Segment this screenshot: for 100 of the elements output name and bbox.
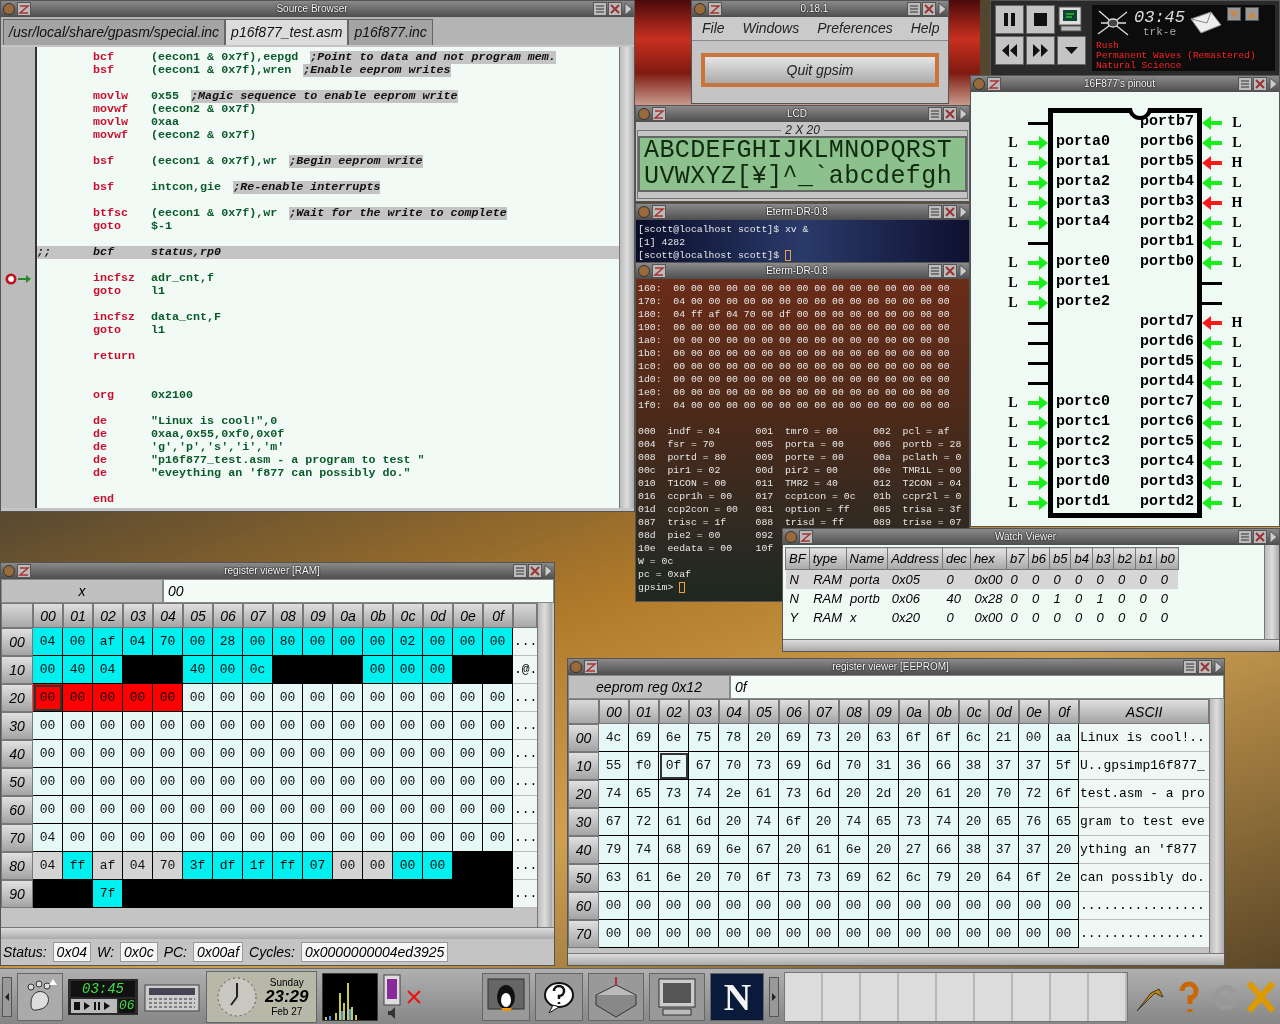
register-cell[interactable]: 70 bbox=[839, 752, 869, 780]
table-cell[interactable]: RAM bbox=[809, 607, 846, 627]
register-cell[interactable]: 20 bbox=[689, 864, 719, 892]
scroll-up-button[interactable] bbox=[1245, 7, 1259, 21]
register-cell[interactable]: 75 bbox=[689, 724, 719, 752]
register-cell[interactable]: 00 bbox=[393, 684, 423, 712]
row-header[interactable]: 50 bbox=[1, 768, 33, 796]
close-button[interactable] bbox=[943, 107, 957, 121]
table-cell[interactable]: 0 bbox=[1092, 607, 1114, 627]
shade-button[interactable] bbox=[1183, 660, 1197, 674]
register-cell[interactable]: 00 bbox=[689, 920, 719, 948]
register-cell[interactable]: 37 bbox=[989, 752, 1019, 780]
register-cell[interactable]: 00 bbox=[63, 628, 93, 656]
column-header[interactable]: 0d bbox=[423, 603, 453, 628]
help-icon[interactable] bbox=[535, 972, 584, 1021]
register-cell[interactable]: 6f bbox=[929, 724, 959, 752]
register-cell[interactable]: 00 bbox=[93, 768, 123, 796]
column-header[interactable]: hex bbox=[970, 547, 1007, 570]
register-cell[interactable]: 66 bbox=[929, 836, 959, 864]
register-cell[interactable]: 00 bbox=[183, 824, 213, 852]
register-cell[interactable]: 6e bbox=[659, 724, 689, 752]
arrow-button[interactable] bbox=[937, 2, 947, 16]
register-cell[interactable]: 21 bbox=[989, 724, 1019, 752]
register-cell[interactable]: 00 bbox=[153, 824, 183, 852]
register-cell[interactable]: 00 bbox=[273, 824, 303, 852]
register-cell[interactable]: 37 bbox=[1019, 752, 1049, 780]
register-cell[interactable]: 6e bbox=[719, 836, 749, 864]
register-cell[interactable]: 0c bbox=[243, 656, 273, 684]
register-cell[interactable]: 00 bbox=[273, 740, 303, 768]
register-cell[interactable]: 00 bbox=[333, 768, 363, 796]
column-header[interactable]: 06 bbox=[213, 603, 243, 628]
register-cell[interactable]: 5f bbox=[1049, 752, 1079, 780]
register-cell[interactable]: 00 bbox=[363, 628, 393, 656]
register-cell[interactable]: 00 bbox=[183, 740, 213, 768]
table-cell[interactable]: 0 bbox=[1028, 588, 1050, 608]
scroll-down-button[interactable] bbox=[1227, 7, 1241, 21]
register-cell[interactable]: 36 bbox=[899, 752, 929, 780]
register-cell[interactable]: 20 bbox=[779, 836, 809, 864]
breakpoint-icon[interactable] bbox=[5, 272, 17, 285]
register-cell[interactable]: 65 bbox=[869, 808, 899, 836]
shade-button[interactable] bbox=[513, 564, 527, 578]
register-cell[interactable]: 00 bbox=[423, 740, 453, 768]
register-cell[interactable]: 00 bbox=[393, 768, 423, 796]
register-cell[interactable]: 38 bbox=[959, 752, 989, 780]
register-cell[interactable]: 67 bbox=[689, 752, 719, 780]
close-button[interactable] bbox=[608, 2, 622, 16]
register-cell[interactable]: 00 bbox=[719, 920, 749, 948]
table-cell[interactable]: 0 bbox=[942, 607, 971, 627]
table-cell[interactable]: 0x28 bbox=[970, 588, 1007, 608]
table-cell[interactable]: 1 bbox=[1049, 588, 1071, 608]
register-cell[interactable]: 00 bbox=[959, 892, 989, 920]
register-cell[interactable] bbox=[333, 656, 363, 684]
value-field[interactable]: 0f bbox=[730, 675, 1224, 699]
register-cell[interactable] bbox=[153, 656, 183, 684]
table-cell[interactable]: 0 bbox=[1113, 607, 1136, 627]
column-header[interactable]: 0f bbox=[1049, 699, 1079, 724]
register-cell[interactable]: 00 bbox=[213, 684, 243, 712]
register-cell[interactable]: 78 bbox=[719, 724, 749, 752]
register-cell[interactable]: 20 bbox=[899, 780, 929, 808]
register-cell[interactable]: 00 bbox=[123, 740, 153, 768]
register-cell[interactable]: 00 bbox=[629, 920, 659, 948]
register-cell[interactable]: 00 bbox=[423, 628, 453, 656]
column-header[interactable]: 08 bbox=[273, 603, 303, 628]
menu-item[interactable]: Windows bbox=[742, 20, 800, 37]
close-button[interactable] bbox=[1253, 77, 1267, 91]
tab[interactable]: p16f877.inc bbox=[348, 19, 433, 45]
register-cell[interactable]: 00 bbox=[929, 920, 959, 948]
register-cell[interactable]: 61 bbox=[749, 780, 779, 808]
register-cell[interactable]: 00 bbox=[183, 712, 213, 740]
register-cell[interactable]: 00 bbox=[93, 740, 123, 768]
register-cell[interactable]: 00 bbox=[243, 712, 273, 740]
row-header[interactable]: 00 bbox=[568, 724, 599, 752]
register-cell[interactable]: 00 bbox=[213, 796, 243, 824]
toolbox-icon[interactable] bbox=[588, 972, 645, 1021]
column-header[interactable]: 06 bbox=[779, 699, 809, 724]
register-cell[interactable]: 00 bbox=[423, 656, 453, 684]
register-cell[interactable]: 2e bbox=[1049, 864, 1079, 892]
register-cell[interactable]: 20 bbox=[869, 836, 899, 864]
register-cell[interactable]: 00 bbox=[483, 824, 513, 852]
table-cell[interactable]: 40 bbox=[942, 588, 971, 608]
scrollbar[interactable] bbox=[783, 639, 1279, 651]
iconify-button[interactable] bbox=[708, 2, 722, 16]
row-header[interactable]: 30 bbox=[1, 712, 33, 740]
shade-button[interactable] bbox=[593, 2, 607, 16]
column-header[interactable]: b2 bbox=[1113, 547, 1136, 570]
register-cell[interactable]: 27 bbox=[899, 836, 929, 864]
table-cell[interactable]: 0 bbox=[1006, 607, 1029, 627]
register-cell[interactable]: 04 bbox=[33, 824, 63, 852]
register-cell[interactable]: 00 bbox=[453, 628, 483, 656]
register-cell[interactable]: 20 bbox=[1049, 836, 1079, 864]
register-cell[interactable]: 00 bbox=[333, 628, 363, 656]
register-cell[interactable]: 00 bbox=[599, 920, 629, 948]
dropdown-button[interactable] bbox=[1057, 36, 1086, 65]
register-cell[interactable]: 69 bbox=[629, 724, 659, 752]
register-cell[interactable]: 65 bbox=[629, 780, 659, 808]
register-cell[interactable]: 00 bbox=[1049, 892, 1079, 920]
logo-button[interactable]: N bbox=[710, 972, 765, 1021]
scrollbar[interactable] bbox=[619, 47, 634, 508]
register-cell[interactable]: 69 bbox=[779, 752, 809, 780]
register-cell[interactable]: 6e bbox=[839, 836, 869, 864]
